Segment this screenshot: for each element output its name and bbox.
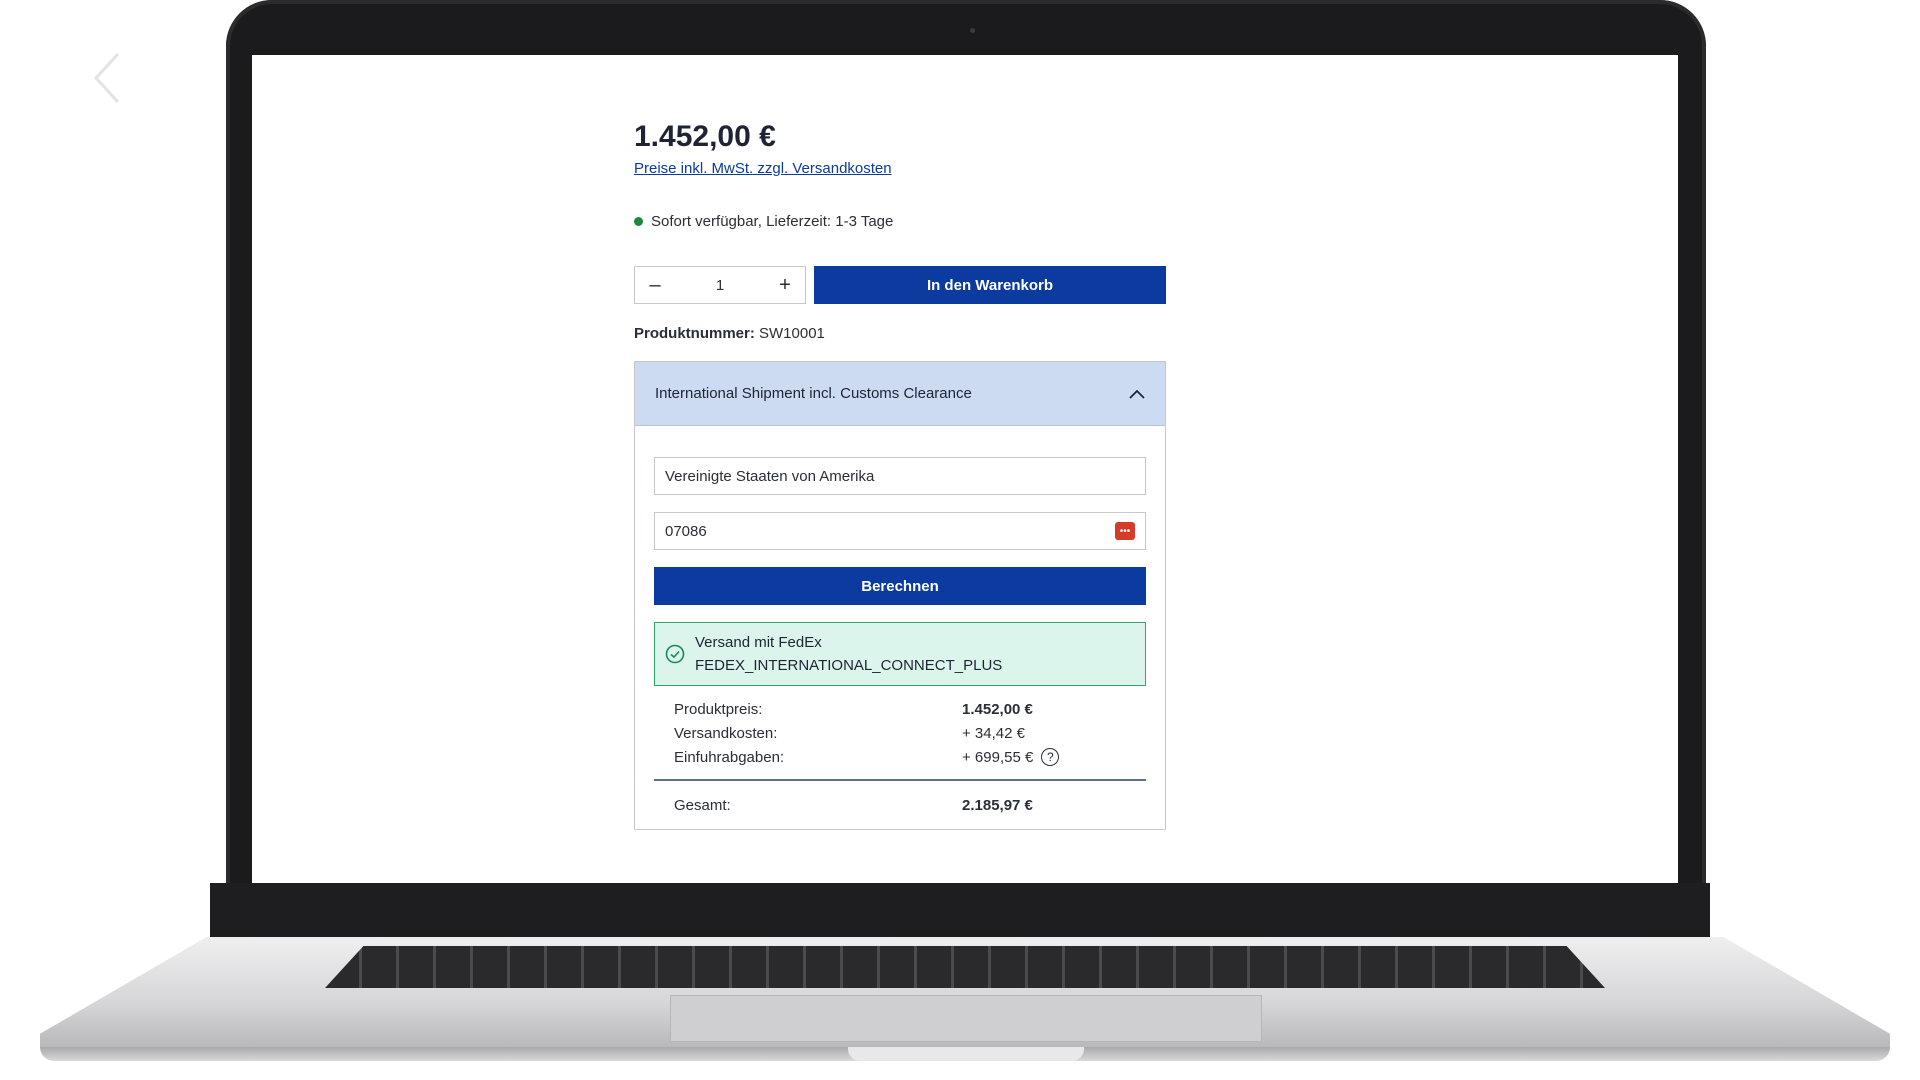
country-select[interactable]: Vereinigte Staaten von Amerika	[654, 457, 1146, 495]
summary-label: Einfuhrabgaben:	[674, 748, 785, 766]
availability-dot-icon	[634, 217, 643, 226]
quantity-input[interactable]: 1	[675, 277, 765, 294]
quantity-decrease-button[interactable]: –	[635, 267, 675, 303]
total-value: 2.185,97 €	[962, 796, 1033, 814]
summary-total-row: Gesamt: 2.185,97 €	[654, 793, 1146, 817]
product-number-value: SW10001	[759, 325, 825, 342]
cost-summary: Produktpreis: 1.452,00 € Versandkosten: …	[654, 697, 1146, 817]
summary-divider	[654, 779, 1146, 781]
shipment-panel-header[interactable]: International Shipment incl. Customs Cle…	[635, 362, 1165, 426]
back-arrow-icon[interactable]	[88, 48, 128, 108]
laptop-keyboard	[325, 946, 1605, 988]
quantity-increase-button[interactable]: +	[765, 267, 805, 303]
zip-input[interactable]: 07086 •••	[654, 512, 1146, 550]
summary-value-with-help: + 699,55 € ?	[962, 748, 1060, 766]
product-number-label: Produktnummer:	[634, 325, 755, 342]
shipping-result: Versand mit FedEx FEDEX_INTERNATIONAL_CO…	[654, 622, 1146, 686]
password-manager-icon[interactable]: •••	[1115, 522, 1135, 540]
shipment-panel-title: International Shipment incl. Customs Cle…	[655, 385, 972, 402]
add-to-cart-button[interactable]: In den Warenkorb	[814, 266, 1166, 304]
price-note-link[interactable]: Preise inkl. MwSt. zzgl. Versandkosten	[634, 160, 892, 177]
summary-label: Produktpreis:	[674, 700, 763, 718]
laptop-hinge	[210, 883, 1710, 945]
summary-value: 1.452,00 €	[962, 700, 1033, 718]
summary-row: Versandkosten: + 34,42 €	[654, 721, 1146, 745]
product-number: Produktnummer: SW10001	[634, 325, 825, 342]
chevron-up-icon	[1129, 389, 1145, 399]
summary-row: Produktpreis: 1.452,00 €	[654, 697, 1146, 721]
summary-label: Versandkosten:	[674, 724, 778, 742]
laptop-trackpad	[670, 995, 1262, 1042]
product-price: 1.452,00 €	[634, 120, 776, 153]
laptop-screen: 1.452,00 € Preise inkl. MwSt. zzgl. Vers…	[252, 55, 1678, 883]
summary-row: Einfuhrabgaben: + 699,55 € ?	[654, 745, 1146, 769]
total-label: Gesamt:	[674, 796, 731, 814]
shipment-panel: International Shipment incl. Customs Cle…	[634, 361, 1166, 830]
laptop-base-notch	[848, 1047, 1084, 1061]
zip-value: 07086	[665, 522, 707, 540]
availability-text: Sofort verfügbar, Lieferzeit: 1-3 Tage	[651, 213, 894, 230]
camera-icon	[970, 28, 975, 33]
question-circle-icon[interactable]: ?	[1041, 748, 1060, 766]
summary-value: + 699,55 €	[962, 748, 1034, 766]
carrier-service: FEDEX_INTERNATIONAL_CONNECT_PLUS	[695, 657, 1003, 674]
availability: Sofort verfügbar, Lieferzeit: 1-3 Tage	[634, 213, 893, 230]
country-value: Vereinigte Staaten von Amerika	[665, 467, 875, 485]
calculate-button[interactable]: Berechnen	[654, 567, 1146, 605]
summary-value: + 34,42 €	[962, 724, 1025, 742]
check-circle-icon	[665, 644, 685, 664]
quantity-stepper: – 1 +	[634, 266, 806, 304]
carrier-name: Versand mit FedEx	[695, 634, 822, 651]
